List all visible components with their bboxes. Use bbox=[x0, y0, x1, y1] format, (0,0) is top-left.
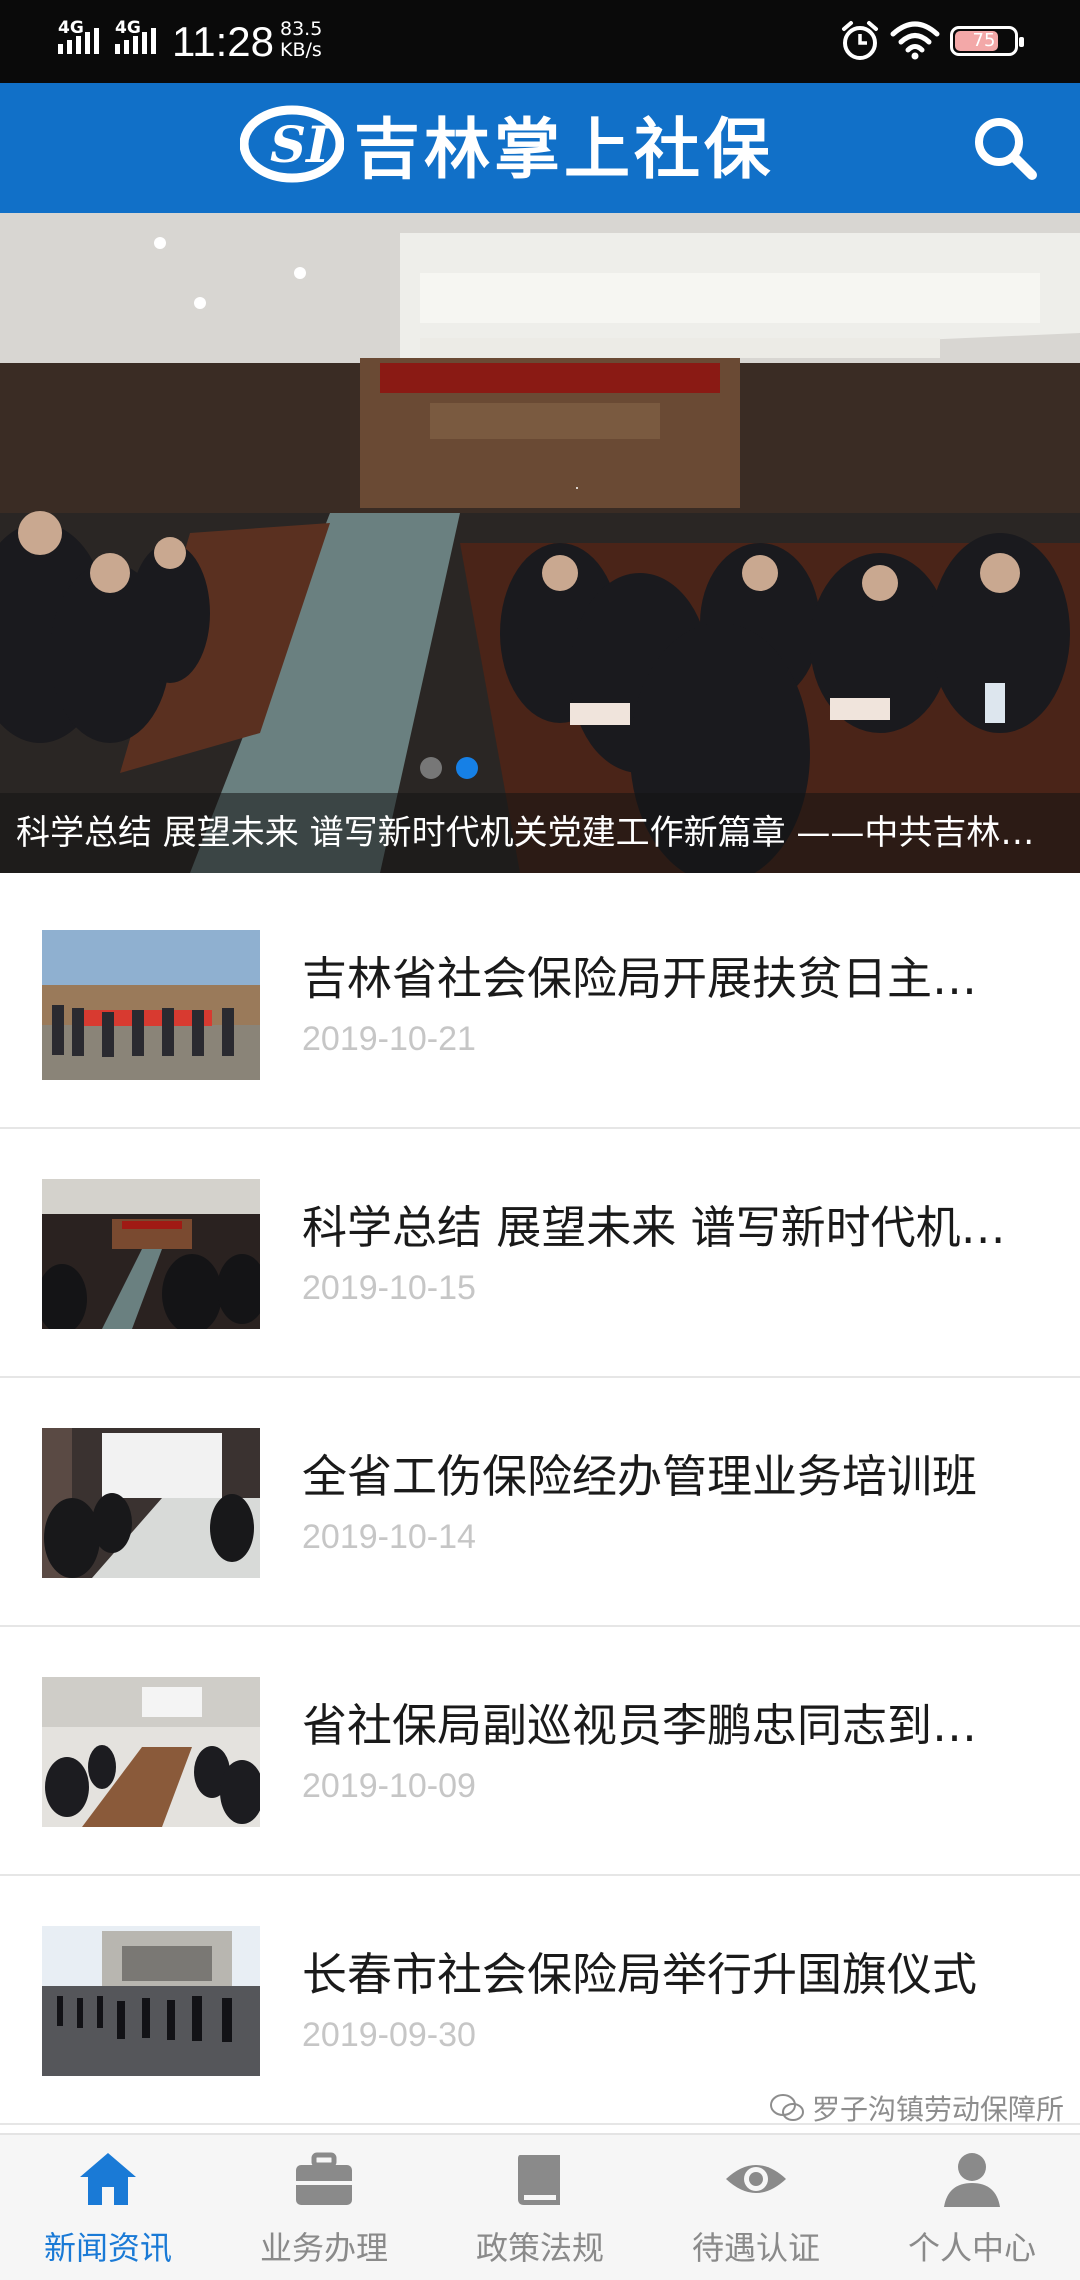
clock: 11:28 bbox=[172, 18, 274, 65]
news-date: 2019-10-15 bbox=[302, 1269, 476, 1307]
news-title: 科学总结 展望未来 谱写新时代机关党建工作新篇章 bbox=[302, 1201, 1022, 1254]
watermark: 罗子沟镇劳动保障所 bbox=[770, 2088, 1064, 2128]
news-date: 2019-09-30 bbox=[302, 2016, 476, 2054]
news-title: 省社保局副巡视员李鹏忠同志到长春调研 bbox=[302, 1699, 1022, 1752]
signal-icon: 4G bbox=[58, 18, 99, 54]
bottom-nav: 新闻资讯 业务办理 政策法规 待遇认证 个人中心 bbox=[0, 2133, 1080, 2280]
news-date: 2019-10-14 bbox=[302, 1518, 476, 1556]
nav-business[interactable]: 业务办理 bbox=[216, 2135, 432, 2280]
nav-certification[interactable]: 待遇认证 bbox=[648, 2135, 864, 2280]
speed-unit: KB/s bbox=[280, 39, 322, 61]
news-thumbnail bbox=[42, 1179, 260, 1329]
news-item[interactable]: 科学总结 展望未来 谱写新时代机关党建工作新篇章 2019-10-15 bbox=[0, 1129, 1080, 1378]
book-icon bbox=[518, 2155, 560, 2205]
news-item[interactable]: 省社保局副巡视员李鹏忠同志到长春调研 2019-10-09 bbox=[0, 1627, 1080, 1876]
banner-caption[interactable]: 科学总结 展望未来 谱写新时代机关党建工作新篇章 ——中共吉林省社会保险事业管理… bbox=[0, 793, 1080, 873]
nav-label: 待遇认证 bbox=[691, 2229, 820, 2267]
news-thumbnail bbox=[42, 930, 260, 1080]
news-thumbnail bbox=[42, 1428, 260, 1578]
news-thumbnail bbox=[42, 1926, 260, 2076]
alarm-icon bbox=[842, 21, 878, 60]
battery-icon: 75 bbox=[950, 26, 1024, 56]
news-item[interactable]: 全省工伤保险经办管理业务培训班 2019-10-14 bbox=[0, 1378, 1080, 1627]
briefcase-icon bbox=[296, 2152, 352, 2205]
nav-profile[interactable]: 个人中心 bbox=[864, 2135, 1080, 2280]
nav-news[interactable]: 新闻资讯 bbox=[0, 2135, 216, 2280]
nav-policy[interactable]: 政策法规 bbox=[432, 2135, 648, 2280]
user-icon bbox=[944, 2153, 1000, 2207]
network-type-label-2: 4G bbox=[115, 18, 141, 38]
home-icon bbox=[80, 2153, 136, 2205]
status-bar: 4G 4G 11:28 83.5 KB/s 75 bbox=[0, 0, 1080, 83]
wechat-icon bbox=[770, 2094, 804, 2121]
nav-label: 个人中心 bbox=[907, 2229, 1036, 2267]
network-speed: 83.5 KB/s bbox=[280, 19, 322, 61]
news-title: 长春市社会保险局举行升国旗仪式 bbox=[302, 1948, 978, 2001]
watermark-text: 罗子沟镇劳动保障所 bbox=[812, 2093, 1065, 2126]
speed-value: 83.5 bbox=[280, 18, 323, 40]
nav-label: 新闻资讯 bbox=[43, 2229, 172, 2267]
nav-label: 业务办理 bbox=[259, 2229, 388, 2267]
app-header: SI 吉林掌上社保 bbox=[0, 83, 1080, 213]
news-item[interactable]: 吉林省社会保险局开展扶贫日主题活动 2019-10-21 bbox=[0, 880, 1080, 1129]
eye-icon bbox=[726, 2165, 786, 2193]
news-title: 全省工伤保险经办管理业务培训班 bbox=[302, 1450, 978, 1503]
banner-photo bbox=[0, 213, 1080, 873]
carousel-dot[interactable] bbox=[420, 757, 442, 779]
news-thumbnail bbox=[42, 1677, 260, 1827]
banner-carousel[interactable]: 科学总结 展望未来 谱写新时代机关党建工作新篇章 ——中共吉林省社会保险事业管理… bbox=[0, 213, 1080, 873]
nav-label: 政策法规 bbox=[475, 2229, 604, 2267]
svg-text:SI: SI bbox=[270, 115, 331, 174]
news-date: 2019-10-09 bbox=[302, 1767, 476, 1805]
carousel-indicator[interactable] bbox=[420, 757, 478, 779]
wifi-icon bbox=[890, 21, 940, 60]
network-type-label: 4G bbox=[58, 18, 84, 38]
app-title: 吉林掌上社保 bbox=[354, 110, 774, 188]
app-logo: SI 吉林掌上社保 bbox=[240, 89, 774, 199]
news-title: 吉林省社会保险局开展扶贫日主题活动 bbox=[302, 952, 1022, 1005]
battery-level: 75 bbox=[972, 30, 996, 51]
news-date: 2019-10-21 bbox=[302, 1020, 476, 1058]
signal-icon-2: 4G bbox=[115, 18, 156, 54]
si-logo-icon: SI bbox=[240, 105, 344, 183]
search-icon[interactable] bbox=[970, 113, 1040, 183]
news-list: 吉林省社会保险局开展扶贫日主题活动 2019-10-21 科学总结 展望未来 谱… bbox=[0, 880, 1080, 2125]
carousel-dot-active[interactable] bbox=[456, 757, 478, 779]
